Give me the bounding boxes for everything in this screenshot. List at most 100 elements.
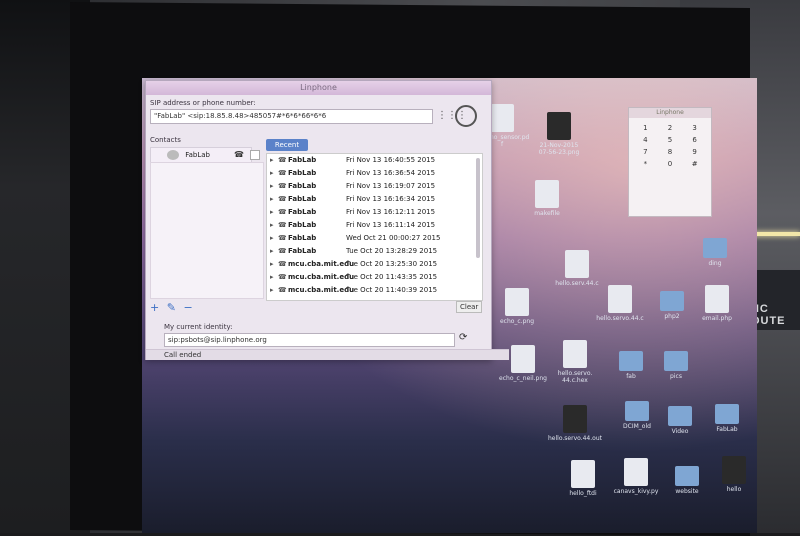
desktop-icon[interactable]: ding bbox=[680, 232, 750, 267]
dialpad-keys: 1 2 3 4 5 6 7 8 9 * 0 # bbox=[629, 118, 711, 174]
contacts-label: Contacts bbox=[150, 136, 181, 144]
desktop-icon[interactable]: hello bbox=[699, 456, 769, 493]
call-status-icon: ☎ bbox=[278, 221, 287, 229]
expand-icon[interactable]: ▸ bbox=[270, 258, 278, 271]
file-icon bbox=[563, 340, 587, 368]
dialpad-key[interactable]: 8 bbox=[660, 148, 681, 156]
recent-calls-list[interactable]: ▸ ☎FabLab Fri Nov 13 16:40:55 2015 ▸ ☎FabLab… bbox=[266, 153, 483, 301]
call-row[interactable]: ▸ ☎mcu.cba.mit.eduTue Oct 20 11:40:39 201… bbox=[267, 284, 482, 297]
call-name: FabLab bbox=[288, 247, 317, 255]
expand-icon[interactable]: ▸ bbox=[270, 180, 278, 193]
identity-label: My current identity: bbox=[164, 323, 233, 331]
call-date: Fri Nov 13 16:40:55 2015 bbox=[346, 156, 436, 164]
dialpad-key[interactable]: # bbox=[684, 160, 705, 168]
folder-icon bbox=[664, 351, 688, 371]
dialpad-key[interactable]: 6 bbox=[684, 136, 705, 144]
contact-chat-icon[interactable] bbox=[250, 150, 260, 160]
call-row[interactable]: ▸ ☎FabLab Fri Nov 13 16:11:14 2015 bbox=[267, 219, 482, 232]
dialpad-key[interactable]: 4 bbox=[635, 136, 656, 144]
file-icon bbox=[490, 104, 514, 132]
scrollbar[interactable] bbox=[476, 158, 480, 258]
call-date: Wed Oct 21 00:00:27 2015 bbox=[346, 234, 441, 242]
call-name: FabLab bbox=[288, 169, 317, 177]
tab-recent-calls[interactable]: Recent calls bbox=[266, 139, 308, 161]
call-row[interactable]: ▸ ☎mcu.cba.mit.eduTue Oct 20 13:25:30 201… bbox=[267, 258, 482, 271]
expand-icon[interactable]: ▸ bbox=[270, 271, 278, 284]
call-name: FabLab bbox=[288, 195, 317, 203]
expand-icon[interactable]: ▸ bbox=[270, 219, 278, 232]
status-bar: Call ended bbox=[146, 349, 509, 360]
desktop-icon[interactable]: pics bbox=[641, 345, 711, 380]
file-icon bbox=[705, 285, 729, 313]
call-row[interactable]: ▸ ☎FabLab Wed Oct 21 00:00:27 2015 bbox=[267, 232, 482, 245]
desktop-icon[interactable]: 21-Nov-2015 07-56-23.png bbox=[524, 112, 594, 156]
call-row[interactable]: ▸ ☎FabLab Fri Nov 13 16:36:54 2015 bbox=[267, 167, 482, 180]
sip-address-input[interactable]: "FabLab" <sip:18.85.8.48>485057#*6*6*66*… bbox=[150, 109, 433, 124]
dialpad-window[interactable]: Linphone 1 2 3 4 5 6 7 8 9 * 0 # bbox=[628, 107, 712, 217]
call-date: Fri Nov 13 16:11:14 2015 bbox=[346, 221, 436, 229]
window-title: Linphone bbox=[146, 81, 491, 95]
contact-name: FabLab bbox=[185, 151, 210, 159]
folder-icon bbox=[668, 406, 692, 426]
contacts-list[interactable] bbox=[150, 162, 264, 299]
avatar-icon bbox=[167, 150, 179, 160]
dialpad-key[interactable]: 7 bbox=[635, 148, 656, 156]
desktop-icon[interactable]: echo_c.png bbox=[482, 288, 552, 325]
call-row[interactable]: ▸ ☎FabLab Fri Nov 13 16:40:55 2015 bbox=[267, 154, 482, 167]
call-row[interactable]: ▸ ☎FabLab Fri Nov 13 16:19:07 2015 bbox=[267, 180, 482, 193]
desktop-icon-label: pics bbox=[670, 373, 682, 380]
add-contact-icon[interactable]: + bbox=[150, 301, 159, 314]
call-name: FabLab bbox=[288, 156, 317, 164]
desktop-icon-label: ding bbox=[708, 260, 722, 267]
call-status-icon: ☎ bbox=[278, 156, 287, 164]
call-status-icon: ☎ bbox=[278, 195, 287, 203]
expand-icon[interactable]: ▸ bbox=[270, 154, 278, 167]
call-status-icon: ☎ bbox=[278, 273, 287, 281]
call-row[interactable]: ▸ ☎mcu.cba.mit.eduTue Oct 20 11:43:35 201… bbox=[267, 271, 482, 284]
expand-icon[interactable]: ▸ bbox=[270, 193, 278, 206]
desktop-icon[interactable]: hello.servo.44.out bbox=[540, 405, 610, 442]
dialpad-key[interactable]: * bbox=[635, 160, 656, 168]
desktop-icon[interactable]: FabLab bbox=[692, 398, 762, 433]
call-name: FabLab bbox=[288, 182, 317, 190]
contact-call-icon[interactable]: ☎ bbox=[234, 150, 244, 159]
expand-icon[interactable]: ▸ bbox=[270, 245, 278, 258]
call-status-icon: ☎ bbox=[278, 286, 287, 294]
call-date: Tue Oct 20 11:40:39 2015 bbox=[346, 286, 438, 294]
call-row[interactable]: ▸ ☎FabLab Tue Oct 20 13:28:29 2015 bbox=[267, 245, 482, 258]
dialpad-key[interactable]: 9 bbox=[684, 148, 705, 156]
desktop-icon[interactable]: email.php bbox=[682, 285, 752, 322]
expand-icon[interactable]: ▸ bbox=[270, 284, 278, 297]
identity-field[interactable]: sip:psbots@sip.linphone.org bbox=[164, 333, 455, 347]
dialpad-key[interactable]: 0 bbox=[660, 160, 681, 168]
expand-icon[interactable]: ▸ bbox=[270, 232, 278, 245]
folder-icon bbox=[619, 351, 643, 371]
call-name: FabLab bbox=[288, 221, 317, 229]
call-date: Fri Nov 13 16:36:54 2015 bbox=[346, 169, 436, 177]
call-icon[interactable] bbox=[455, 105, 477, 127]
file-icon bbox=[535, 180, 559, 208]
call-row[interactable]: ▸ ☎FabLab Fri Nov 13 16:12:11 2015 bbox=[267, 206, 482, 219]
linphone-window[interactable]: Linphone SIP address or phone number: "F… bbox=[145, 80, 509, 360]
dialpad-key[interactable]: 3 bbox=[684, 124, 705, 132]
desktop-icon-label: FabLab bbox=[716, 426, 738, 433]
desktop-icon[interactable]: hello.serv.44.c bbox=[542, 250, 612, 287]
remove-contact-icon[interactable]: − bbox=[183, 301, 192, 314]
desktop-icon[interactable]: makefile bbox=[512, 180, 582, 217]
dialpad-key[interactable]: 5 bbox=[660, 136, 681, 144]
call-row[interactable]: ▸ ☎FabLab Fri Nov 13 16:16:34 2015 bbox=[267, 193, 482, 206]
folder-icon bbox=[703, 238, 727, 258]
dialpad-key[interactable]: 2 bbox=[660, 124, 681, 132]
edit-contact-icon[interactable]: ✎ bbox=[167, 301, 176, 314]
clear-button[interactable]: Clear bbox=[456, 301, 483, 313]
call-name: mcu.cba.mit.edu bbox=[288, 286, 355, 294]
expand-icon[interactable]: ▸ bbox=[270, 167, 278, 180]
expand-icon[interactable]: ▸ bbox=[270, 206, 278, 219]
desktop-icon-label: hello bbox=[726, 486, 742, 493]
file-icon bbox=[608, 285, 632, 313]
call-date: Fri Nov 13 16:16:34 2015 bbox=[346, 195, 436, 203]
call-name: mcu.cba.mit.edu bbox=[288, 273, 355, 281]
call-status-icon: ☎ bbox=[278, 208, 287, 216]
dialpad-key[interactable]: 1 bbox=[635, 124, 656, 132]
refresh-icon[interactable]: ⟳ bbox=[459, 332, 467, 343]
